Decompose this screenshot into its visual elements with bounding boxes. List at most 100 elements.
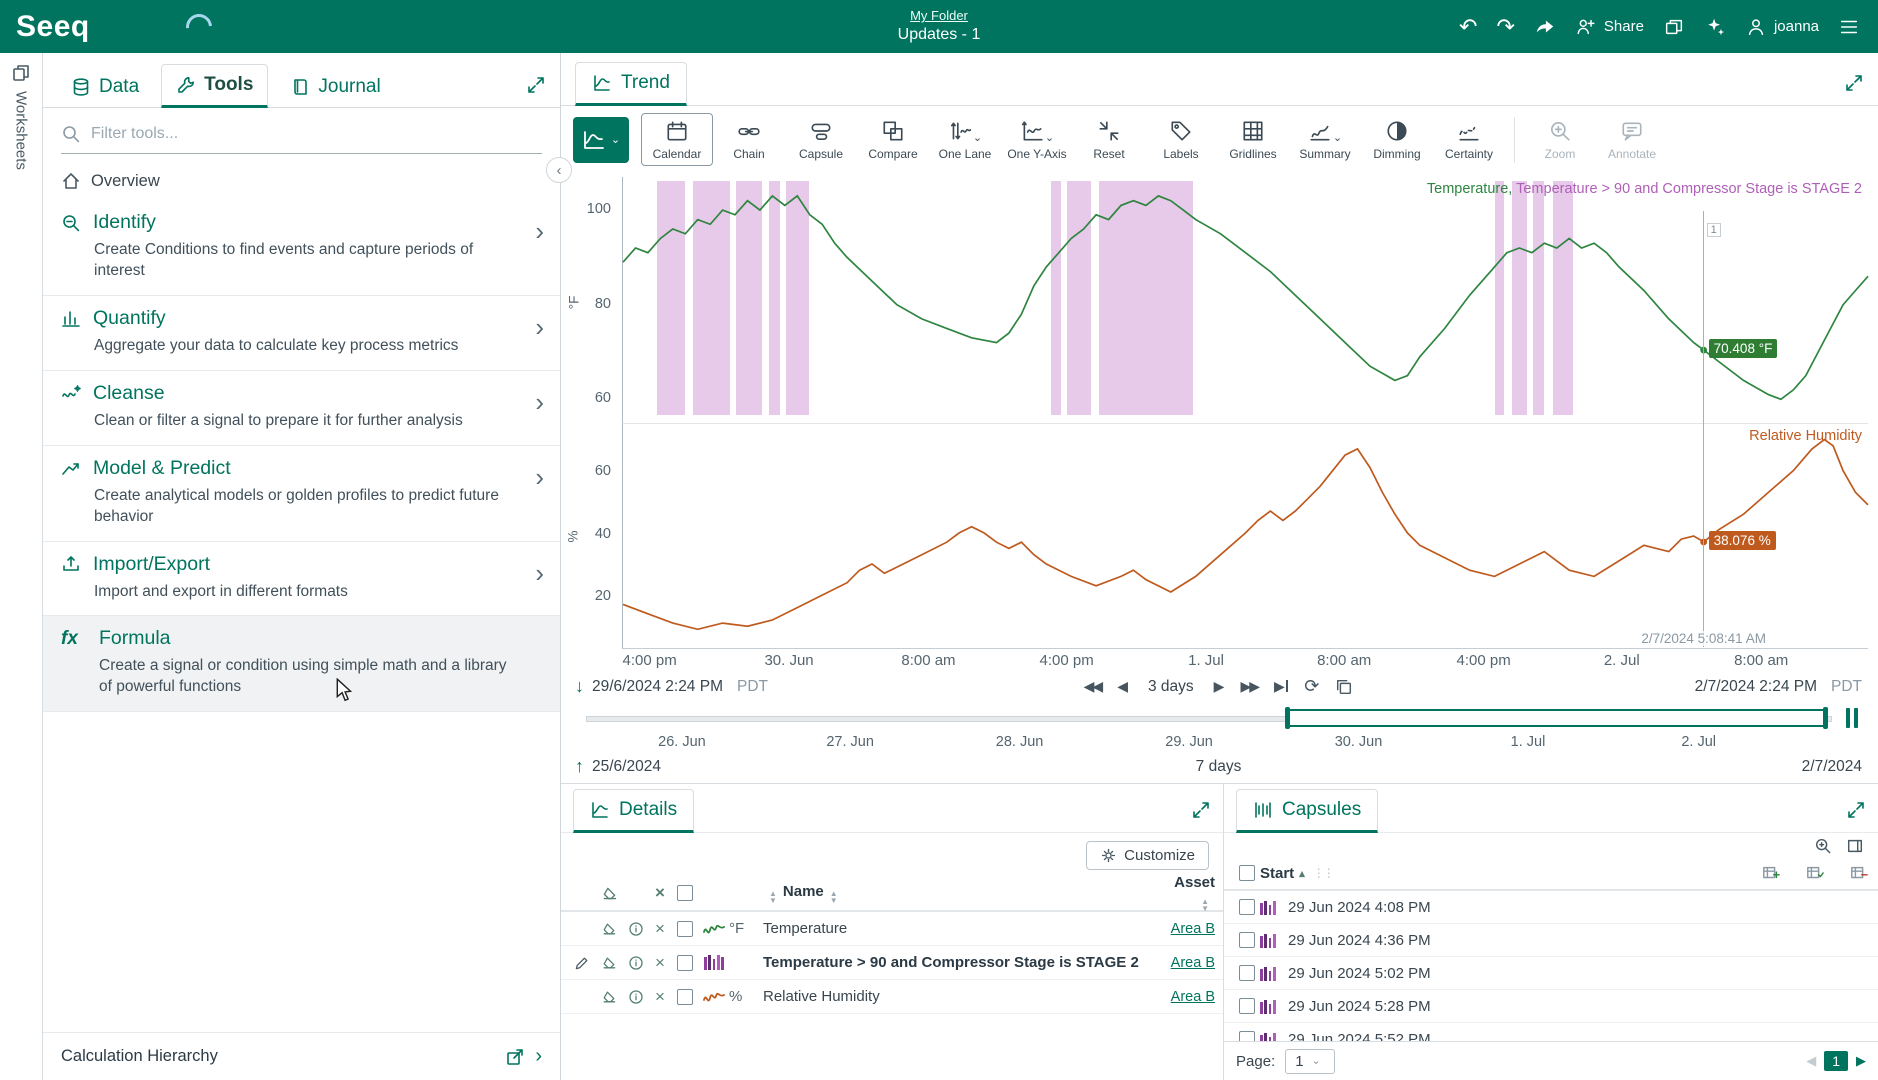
range-handle-bars-icon[interactable] xyxy=(1846,708,1858,728)
remove-icon[interactable]: × xyxy=(649,953,671,973)
step-forward-fast-icon[interactable]: ▶▶ xyxy=(1240,678,1258,695)
range-start[interactable]: 29/6/2024 2:24 PM xyxy=(592,678,723,696)
filter-tools-input[interactable] xyxy=(89,124,542,144)
temperature-lane[interactable]: Temperature, Temperature > 90 and Compre… xyxy=(622,177,1868,423)
info-icon[interactable] xyxy=(623,989,649,1005)
toolbar-labels-button[interactable]: Labels xyxy=(1145,113,1217,166)
page-size-select[interactable]: 1⌄ xyxy=(1285,1049,1335,1074)
investigate-start-arrow-icon[interactable]: ↑ xyxy=(575,756,584,777)
auto-update-icon[interactable] xyxy=(1335,678,1353,696)
toolbar-one-lane-button[interactable]: ⌄ One Lane xyxy=(929,113,1001,166)
tool-cleanse[interactable]: Cleanse Clean or filter a signal to prep… xyxy=(43,371,560,446)
panel-layout-icon[interactable] xyxy=(1846,837,1864,855)
refresh-icon[interactable]: ⟳ xyxy=(1304,676,1319,697)
toolbar-one-y-axis-button[interactable]: ⌄ One Y-Axis xyxy=(1001,113,1073,166)
tool-quantify[interactable]: Quantify Aggregate your data to calculat… xyxy=(43,296,560,371)
capsule-checkbox[interactable] xyxy=(1239,932,1255,948)
toolbar-chain-button[interactable]: Chain xyxy=(713,113,785,166)
asset-link[interactable]: Area B xyxy=(1171,921,1215,937)
undo-icon[interactable]: ↶ xyxy=(1459,16,1477,38)
legend-humidity[interactable]: Relative Humidity xyxy=(1749,428,1862,444)
remove-all-icon[interactable]: × xyxy=(649,883,671,903)
remove-formatting-icon[interactable] xyxy=(595,989,623,1005)
tool-formula[interactable]: fxFormula Create a signal or condition u… xyxy=(43,616,560,712)
asset-link[interactable]: Area B xyxy=(1171,989,1215,1005)
remove-formatting-icon[interactable] xyxy=(595,955,623,971)
row-checkbox[interactable] xyxy=(677,921,693,937)
row-checkbox[interactable] xyxy=(677,989,693,1005)
customize-button[interactable]: Customize xyxy=(1086,841,1209,870)
remove-formatting-icon[interactable] xyxy=(595,921,623,937)
tool-model-predict[interactable]: Model & Predict Create analytical models… xyxy=(43,446,560,542)
pencil-icon[interactable] xyxy=(569,955,595,971)
redo-icon[interactable]: ↷ xyxy=(1496,16,1514,38)
toolbar-summary-button[interactable]: ⌄ Summary xyxy=(1289,113,1361,166)
table-row-temperature[interactable]: × °F Temperature Area B xyxy=(561,912,1223,946)
humidity-lane[interactable]: Relative Humidity 38.076 % 2/7/2024 5:08… xyxy=(622,423,1868,649)
column-options-icon[interactable]: ⋮⋮ xyxy=(1313,866,1333,880)
investigate-start[interactable]: 25/6/2024 xyxy=(592,758,661,776)
toolbar-zoom-button[interactable]: Zoom xyxy=(1524,113,1596,166)
tab-tools[interactable]: Tools xyxy=(161,64,268,108)
legend-temperature[interactable]: Temperature, xyxy=(1427,181,1512,197)
asset-link[interactable]: Area B xyxy=(1171,955,1215,971)
open-external-icon[interactable] xyxy=(505,1047,525,1067)
asset-column-header[interactable]: Asset▲▼ xyxy=(1157,874,1215,912)
prev-page-icon[interactable]: ◀ xyxy=(1806,1053,1816,1069)
tab-data[interactable]: Data xyxy=(57,67,153,107)
tool-import-export[interactable]: Import/Export Import and export in diffe… xyxy=(43,542,560,617)
stats-column-red-icon[interactable] xyxy=(1850,864,1868,882)
capsule-row[interactable]: 29 Jun 2024 4:36 PM xyxy=(1224,924,1878,957)
capsule-row[interactable]: 29 Jun 2024 5:28 PM xyxy=(1224,990,1878,1023)
next-page-icon[interactable]: ▶ xyxy=(1856,1053,1866,1069)
tab-details[interactable]: Details xyxy=(573,789,694,833)
select-all-capsules-checkbox[interactable] xyxy=(1239,865,1255,881)
details-expand-icon[interactable] xyxy=(1191,800,1211,820)
overview-item[interactable]: Overview xyxy=(43,158,560,200)
chevron-right-icon[interactable]: › xyxy=(535,1045,542,1068)
range-handle-left[interactable] xyxy=(1285,707,1290,729)
step-back-fast-icon[interactable]: ◀◀ xyxy=(1084,678,1102,695)
tab-capsules[interactable]: Capsules xyxy=(1236,789,1378,833)
item-name[interactable]: Temperature xyxy=(763,920,1157,937)
collapse-panel-button[interactable]: ‹ xyxy=(546,157,572,183)
step-forward-icon[interactable]: ▶ xyxy=(1214,678,1225,695)
info-icon[interactable] xyxy=(623,955,649,971)
range-end[interactable]: 2/7/2024 2:24 PM xyxy=(1695,678,1817,696)
chart-type-dropdown[interactable]: ⌄ xyxy=(573,117,629,163)
forward-share-icon[interactable] xyxy=(1534,16,1556,38)
add-column-icon[interactable] xyxy=(1762,864,1780,882)
name-column-header[interactable]: ▲▼Name▲▼ xyxy=(763,883,1157,904)
hamburger-menu-icon[interactable] xyxy=(1838,16,1860,38)
range-start-arrow-icon[interactable]: ↓ xyxy=(575,676,584,697)
investigate-end[interactable]: 2/7/2024 xyxy=(1802,758,1862,776)
start-column-header[interactable]: Start xyxy=(1260,865,1294,882)
trend-expand-icon[interactable] xyxy=(1844,73,1864,93)
info-icon[interactable] xyxy=(623,921,649,937)
zoom-to-capsule-icon[interactable] xyxy=(1814,837,1832,855)
item-name[interactable]: Relative Humidity xyxy=(763,988,1157,1005)
capsule-row[interactable]: 29 Jun 2024 5:52 PM xyxy=(1224,1023,1878,1041)
worksheets-icon[interactable] xyxy=(1663,16,1685,38)
user-menu[interactable]: joanna xyxy=(1745,16,1819,38)
investigate-duration[interactable]: 7 days xyxy=(1196,758,1242,776)
calculation-hierarchy-row[interactable]: Calculation Hierarchy › xyxy=(43,1032,560,1080)
legend-condition[interactable]: Temperature > 90 and Compressor Stage is… xyxy=(1516,181,1862,197)
remove-icon[interactable]: × xyxy=(649,919,671,939)
tool-identify[interactable]: Identify Create Conditions to find event… xyxy=(43,200,560,296)
toolbar-calendar-button[interactable]: Calendar xyxy=(641,113,713,166)
range-selection[interactable] xyxy=(1287,709,1825,727)
toolbar-reset-button[interactable]: Reset xyxy=(1073,113,1145,166)
toolbar-certainty-button[interactable]: Certainty xyxy=(1433,113,1505,166)
table-row-condition[interactable]: × Temperature > 90 and Compressor Stage … xyxy=(561,946,1223,980)
range-handle-right[interactable] xyxy=(1823,707,1828,729)
trend-chart[interactable]: 100 80 60 °F 60 40 20 % Temperature, Tem… xyxy=(561,177,1868,647)
range-duration[interactable]: 3 days xyxy=(1148,678,1194,696)
item-name[interactable]: Temperature > 90 and Compressor Stage is… xyxy=(763,954,1157,971)
capsule-checkbox[interactable] xyxy=(1239,1031,1255,1041)
capsule-row[interactable]: 29 Jun 2024 5:02 PM xyxy=(1224,957,1878,990)
share-button[interactable]: Share xyxy=(1575,16,1644,38)
toolbar-compare-button[interactable]: Compare xyxy=(857,113,929,166)
toolbar-dimming-button[interactable]: Dimming xyxy=(1361,113,1433,166)
toolbar-capsule-button[interactable]: Capsule xyxy=(785,113,857,166)
